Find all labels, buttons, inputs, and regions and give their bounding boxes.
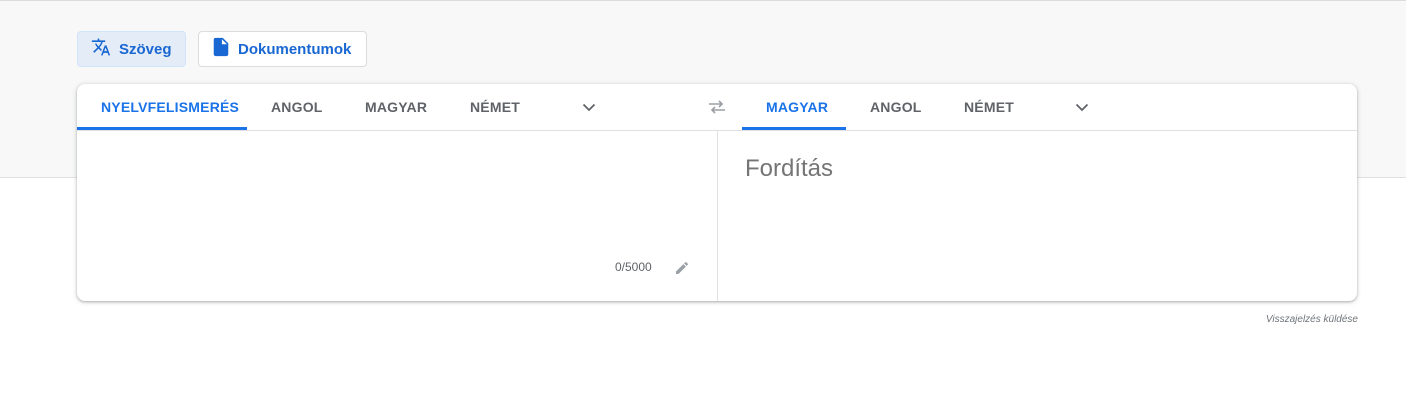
translation-card: NYELVFELISMERÉS ANGOL MAGYAR NÉMET MAGYA… <box>77 84 1357 301</box>
character-counter: 0/5000 <box>615 260 652 274</box>
documents-mode-button[interactable]: Dokumentumok <box>198 31 367 67</box>
target-tab-indicator <box>742 127 846 130</box>
documents-mode-label: Dokumentumok <box>238 40 352 58</box>
source-tab-english[interactable]: ANGOL <box>271 84 323 130</box>
panel-divider <box>717 131 718 301</box>
text-mode-label: Szöveg <box>119 40 172 58</box>
source-text-input[interactable] <box>77 131 717 301</box>
source-tab-indicator <box>77 127 247 130</box>
target-tab-german[interactable]: NÉMET <box>964 84 1014 130</box>
document-icon <box>212 37 230 61</box>
text-mode-button[interactable]: Szöveg <box>77 31 186 67</box>
source-tab-hungarian[interactable]: MAGYAR <box>365 84 427 130</box>
translation-output: Fordítás <box>745 155 834 182</box>
target-tab-hungarian[interactable]: MAGYAR <box>766 84 828 130</box>
source-tab-german[interactable]: NÉMET <box>470 84 520 130</box>
swap-languages-icon[interactable] <box>707 98 727 116</box>
translate-icon <box>91 37 111 61</box>
chevron-down-icon[interactable] <box>1074 99 1090 115</box>
language-bar: NYELVFELISMERÉS ANGOL MAGYAR NÉMET MAGYA… <box>77 84 1357 131</box>
target-tab-english[interactable]: ANGOL <box>870 84 922 130</box>
send-feedback-link[interactable]: Visszajelzés küldése <box>1266 314 1358 325</box>
pencil-icon[interactable] <box>674 260 690 276</box>
chevron-down-icon[interactable] <box>581 99 597 115</box>
source-tab-detect[interactable]: NYELVFELISMERÉS <box>101 84 239 130</box>
